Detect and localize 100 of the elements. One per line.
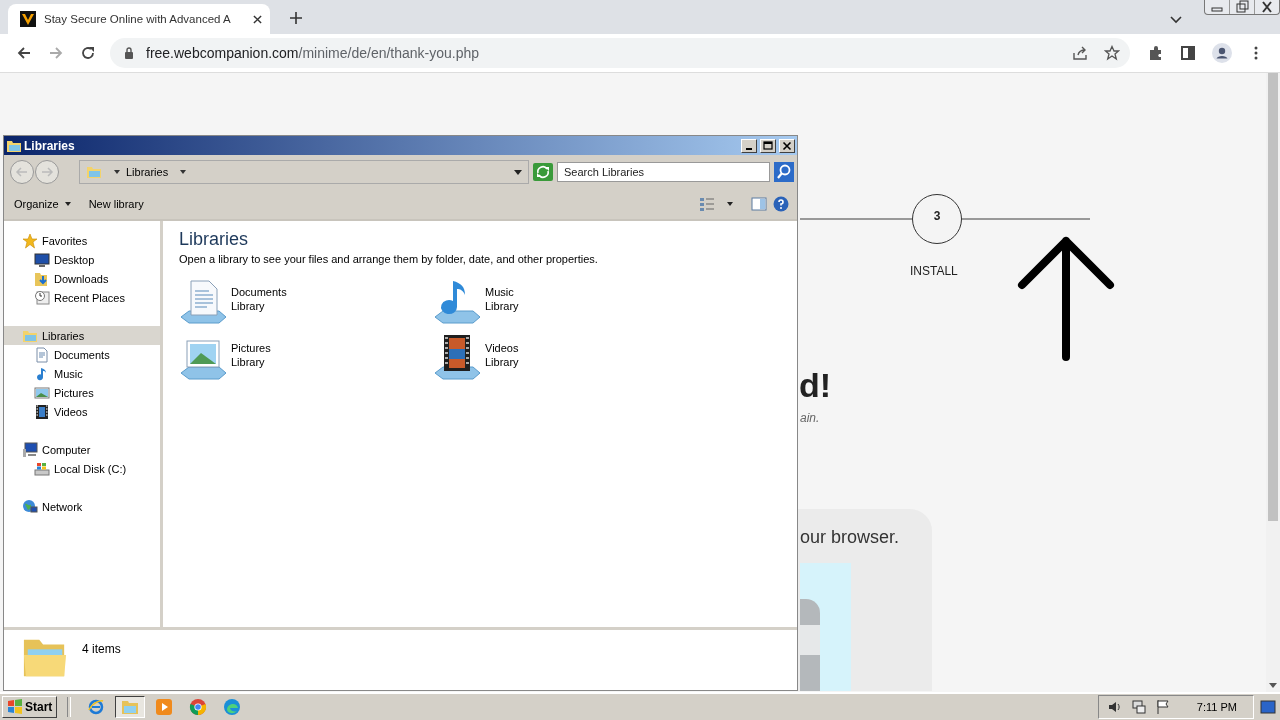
logo-icon xyxy=(20,11,36,27)
nav-label: Network xyxy=(42,500,83,513)
globe-icon xyxy=(22,498,38,515)
toolbar-button[interactable]: Organize xyxy=(8,196,77,212)
computer-icon xyxy=(22,441,38,458)
back-icon[interactable] xyxy=(16,45,32,61)
nav-label: Documents xyxy=(54,348,110,361)
reload-icon[interactable] xyxy=(80,45,96,61)
network-icon[interactable] xyxy=(1130,699,1147,715)
share-icon[interactable] xyxy=(1072,45,1088,61)
lock-icon xyxy=(124,47,134,59)
library-item[interactable]: Music Library xyxy=(433,277,687,325)
maximize-icon xyxy=(763,140,773,151)
item-name: Videos xyxy=(485,341,519,355)
nav-item[interactable]: Downloads xyxy=(4,269,160,288)
minimize-button[interactable] xyxy=(741,138,757,153)
film-icon xyxy=(34,403,50,420)
subtitle-text: ain. xyxy=(800,411,820,425)
item-type: Library xyxy=(485,299,519,313)
star-icon xyxy=(22,232,38,249)
search-icon[interactable] xyxy=(774,162,794,182)
nav-item[interactable]: Favorites xyxy=(4,231,160,250)
nav-item[interactable]: Videos xyxy=(4,402,160,421)
nav-item[interactable]: Local Disk (C:) xyxy=(4,459,160,478)
nav-label: Downloads xyxy=(54,272,109,285)
windows-logo-icon xyxy=(7,699,23,715)
nav-item[interactable]: Music xyxy=(4,364,160,383)
section-description: Open a library to see your files and arrange them by folder, date, and other properties. xyxy=(179,253,599,265)
address-bar[interactable]: free.webcompanion.com/minime/de/en/thank-you.php xyxy=(110,38,1130,68)
nav-item[interactable]: Documents xyxy=(4,345,160,364)
taskbar-app[interactable] xyxy=(115,696,146,718)
item-type: Library xyxy=(231,355,266,369)
window-title: Libraries xyxy=(24,138,75,153)
download-folder-icon xyxy=(34,270,50,287)
document-icon xyxy=(34,346,50,363)
ie-icon xyxy=(87,698,106,716)
side-panel-icon[interactable] xyxy=(1180,45,1196,61)
nav-label: Recent Places xyxy=(54,291,125,304)
drive-icon xyxy=(34,460,50,477)
nav-label: Videos xyxy=(54,405,88,418)
nav-label: Computer xyxy=(42,443,91,456)
arrow-up-icon xyxy=(1016,235,1116,363)
card-text: our browser. xyxy=(800,527,900,548)
chrome-icon xyxy=(189,698,208,716)
nav-label: Favorites xyxy=(42,234,88,247)
chevron-down-icon[interactable] xyxy=(1170,16,1182,24)
breadcrumb[interactable]: Libraries xyxy=(126,166,169,178)
caret-icon[interactable] xyxy=(114,170,120,174)
caret-icon xyxy=(64,202,71,206)
nav-item[interactable]: Pictures xyxy=(4,383,160,402)
search-field[interactable]: Search Libraries xyxy=(557,162,770,182)
close-button[interactable] xyxy=(779,138,795,153)
picture-icon xyxy=(34,384,50,401)
nav-label: Pictures xyxy=(54,386,94,399)
monitor-icon xyxy=(34,251,50,268)
nav-item[interactable]: Desktop xyxy=(4,250,160,269)
flag-icon[interactable] xyxy=(1154,699,1171,715)
nav-item[interactable]: Recent Places xyxy=(4,288,160,307)
caret-icon[interactable] xyxy=(514,169,522,175)
clock-icon xyxy=(34,289,50,306)
item-name: Documents xyxy=(231,285,287,299)
close-icon[interactable] xyxy=(253,14,262,24)
item-type: Library xyxy=(231,299,266,313)
nav-item[interactable]: Network xyxy=(4,497,160,516)
heading-text: d! xyxy=(799,366,832,405)
section-heading: Libraries xyxy=(179,229,250,250)
star-icon[interactable] xyxy=(1104,45,1120,61)
caret-icon[interactable] xyxy=(180,170,187,174)
nav-label: Desktop xyxy=(54,253,95,266)
play-icon xyxy=(155,698,174,716)
document-icon xyxy=(179,277,227,325)
nav-item[interactable]: Libraries xyxy=(4,326,160,345)
step-label: INSTALL xyxy=(910,264,958,278)
minimize-icon xyxy=(746,147,752,150)
browser-tab[interactable]: Stay Secure Online with Advanced A xyxy=(8,4,270,34)
address-field[interactable]: Libraries xyxy=(79,160,529,184)
toolbar-button[interactable]: New library xyxy=(82,196,150,212)
close-icon xyxy=(782,140,792,151)
library-item[interactable]: Pictures Library xyxy=(179,333,433,381)
nav-label: Libraries xyxy=(42,329,85,342)
folder-icon xyxy=(121,698,140,716)
refresh-icon[interactable] xyxy=(533,163,553,181)
nav-label: Music xyxy=(54,367,83,380)
maximize-button[interactable] xyxy=(760,138,776,153)
url-text: free.webcompanion.com/minime/de/en/thank-you.php xyxy=(146,45,480,61)
edge-icon xyxy=(223,698,242,716)
scroll-down-icon[interactable] xyxy=(1269,683,1277,688)
nav-label: Local Disk (C:) xyxy=(54,462,127,475)
nav-item[interactable]: Computer xyxy=(4,440,160,459)
scrollbar[interactable] xyxy=(1266,73,1280,692)
caret-icon[interactable] xyxy=(727,202,733,206)
library-item[interactable]: Documents Library xyxy=(179,277,433,325)
speaker-icon[interactable] xyxy=(1106,699,1123,715)
profile-icon[interactable] xyxy=(1212,43,1232,63)
item-count: 4 items xyxy=(82,641,121,656)
library-item[interactable]: Videos Library xyxy=(433,333,687,381)
start-button[interactable]: Start xyxy=(2,696,58,718)
puzzle-icon[interactable] xyxy=(1148,45,1164,61)
help-icon[interactable] xyxy=(773,196,789,212)
new-tab-icon[interactable] xyxy=(290,12,302,24)
